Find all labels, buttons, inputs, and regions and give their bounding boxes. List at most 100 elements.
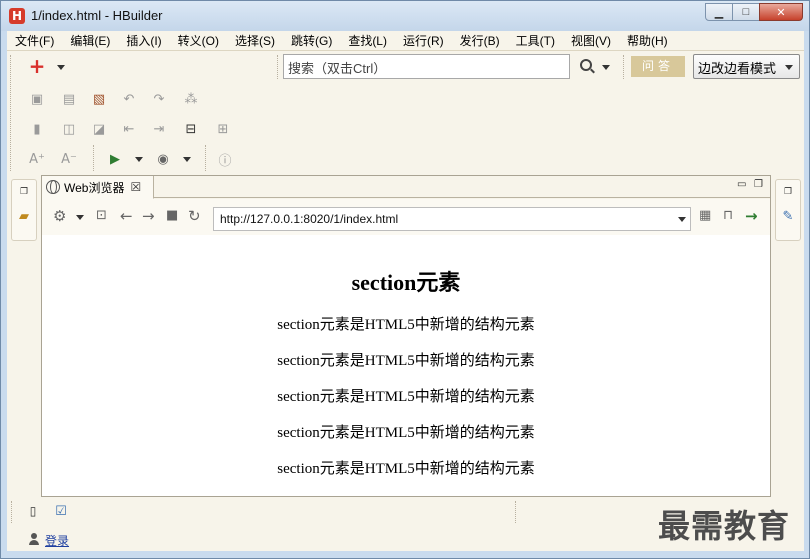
right-side-panel: ❐ ✎ bbox=[771, 175, 804, 497]
toolbar-area: + 搜索（双击Ctrl） 问答 边改边看模式 ▣ ▤ ▧ ↶ ↷ ⁂ ▮ ◫ ◪… bbox=[7, 51, 804, 175]
minimize-view-icon[interactable]: ▭ bbox=[737, 179, 746, 190]
toolbar-divider bbox=[93, 145, 94, 171]
editor-tab-strip: Web浏览器 ☒ ▭ ❐ bbox=[42, 176, 770, 199]
restore-panel-icon[interactable]: ❐ bbox=[16, 184, 32, 200]
info-icon[interactable]: ⓘ bbox=[217, 151, 233, 169]
toolbar-divider bbox=[205, 145, 206, 171]
menu-select[interactable]: 选择(S) bbox=[227, 31, 283, 51]
left-panel-box: ❐ ▰ bbox=[11, 179, 37, 241]
preview-dropdown-icon[interactable] bbox=[183, 157, 191, 162]
menu-edit[interactable]: 编辑(E) bbox=[62, 31, 118, 51]
format-icon[interactable]: ⁂ bbox=[183, 91, 199, 107]
forward-arrow-icon[interactable]: → bbox=[142, 208, 155, 224]
tab-close-icon[interactable]: ☒ bbox=[130, 180, 141, 194]
url-history-dropdown-icon[interactable] bbox=[678, 217, 686, 222]
search-icon[interactable] bbox=[580, 59, 592, 71]
toolbar-divider bbox=[623, 55, 624, 79]
menu-find[interactable]: 查找(L) bbox=[340, 31, 395, 51]
toolbar-divider bbox=[277, 55, 278, 79]
browser-nav-bar: ⚙ ⊡ ← → ■ ↻ http://127.0.0.1:8020/1/inde… bbox=[42, 199, 770, 235]
view-mode-label: 边改边看模式 bbox=[698, 61, 777, 76]
uncomment-icon[interactable]: ◪ bbox=[91, 121, 107, 137]
menu-tools[interactable]: 工具(T) bbox=[508, 31, 563, 51]
user-icon bbox=[29, 533, 39, 545]
watermark-text: 最需教育 bbox=[658, 507, 791, 545]
url-input[interactable]: http://127.0.0.1:8020/1/index.html bbox=[213, 207, 691, 231]
font-increase-icon[interactable]: A⁺ bbox=[29, 151, 45, 167]
app-window: H 1/index.html - HBuilder ▁ □ ✕ 文件(F) 编辑… bbox=[0, 0, 810, 559]
browser-preview-icon[interactable]: ◉ bbox=[155, 151, 171, 167]
page-paragraph: section元素是HTML5中新增的结构元素 bbox=[277, 461, 535, 477]
run-icon[interactable]: ▶ bbox=[107, 151, 123, 167]
globe-icon bbox=[46, 180, 60, 194]
page-paragraph: section元素是HTML5中新增的结构元素 bbox=[277, 425, 535, 441]
rendered-page: section元素 section元素是HTML5中新增的结构元素 sectio… bbox=[42, 235, 770, 496]
menu-publish[interactable]: 发行(B) bbox=[452, 31, 508, 51]
maximize-button[interactable]: □ bbox=[732, 3, 760, 21]
menu-help[interactable]: 帮助(H) bbox=[619, 31, 676, 51]
status-divider bbox=[515, 501, 516, 523]
page-paragraph: section元素是HTML5中新增的结构元素 bbox=[277, 353, 535, 369]
minimize-button[interactable]: ▁ bbox=[705, 3, 733, 21]
undo-icon[interactable]: ↶ bbox=[121, 91, 137, 107]
maximize-view-icon[interactable]: ❐ bbox=[754, 179, 763, 190]
restore-panel-icon[interactable]: ❐ bbox=[780, 184, 796, 200]
menu-goto[interactable]: 跳转(G) bbox=[283, 31, 340, 51]
menu-run[interactable]: 运行(R) bbox=[395, 31, 452, 51]
web-browser-view: Web浏览器 ☒ ▭ ❐ ⚙ ⊡ ← → ■ ↻ http://127.0.0.… bbox=[41, 175, 771, 497]
view-mode-select[interactable]: 边改边看模式 bbox=[693, 54, 800, 79]
qr-code-icon[interactable]: ▦ bbox=[699, 208, 711, 224]
page-paragraph: section元素是HTML5中新增的结构元素 bbox=[277, 389, 535, 405]
menu-file[interactable]: 文件(F) bbox=[7, 31, 62, 51]
task-panel-icon[interactable]: ☑ bbox=[53, 503, 69, 519]
chevron-down-icon bbox=[785, 65, 793, 70]
page-paragraph: section元素是HTML5中新增的结构元素 bbox=[277, 317, 535, 333]
url-text: http://127.0.0.1:8020/1/index.html bbox=[220, 212, 399, 226]
left-side-panel: ❐ ▰ bbox=[7, 175, 41, 497]
menu-insert[interactable]: 插入(I) bbox=[118, 31, 169, 51]
page-heading: section元素 bbox=[351, 270, 461, 295]
login-link[interactable]: 登录 bbox=[45, 532, 69, 549]
right-panel-box: ❐ ✎ bbox=[775, 179, 801, 241]
qa-button[interactable]: 问答 bbox=[631, 56, 685, 77]
stop-icon[interactable]: ■ bbox=[166, 208, 178, 224]
indent-right-icon[interactable]: ⇥ bbox=[151, 121, 167, 137]
search-input[interactable]: 搜索（双击Ctrl） bbox=[283, 54, 570, 79]
lock-icon[interactable]: ⊓ bbox=[723, 208, 733, 224]
close-button[interactable]: ✕ bbox=[759, 3, 803, 21]
close-file-icon[interactable]: ▧ bbox=[91, 91, 107, 107]
indent-left-icon[interactable]: ⇤ bbox=[121, 121, 137, 137]
menu-view[interactable]: 视图(V) bbox=[563, 31, 619, 51]
back-arrow-icon[interactable]: ← bbox=[120, 208, 133, 224]
hbuilder-logo-icon: H bbox=[9, 8, 25, 24]
run-dropdown-icon[interactable] bbox=[135, 157, 143, 162]
outline-icon[interactable]: ✎ bbox=[780, 208, 796, 224]
gear-icon[interactable]: ⚙ bbox=[53, 208, 66, 224]
new-file-icon[interactable]: + bbox=[29, 54, 46, 78]
menu-escape[interactable]: 转义(O) bbox=[170, 31, 227, 51]
settings-dropdown-icon[interactable] bbox=[76, 215, 84, 220]
refresh-icon[interactable]: ↻ bbox=[188, 208, 201, 224]
font-decrease-icon[interactable]: A⁻ bbox=[61, 151, 77, 167]
word-wrap-icon[interactable]: ⊟ bbox=[183, 121, 199, 137]
go-arrow-icon[interactable]: → bbox=[745, 208, 758, 224]
save-icon[interactable]: ▣ bbox=[29, 91, 45, 107]
console-icon[interactable]: ⊡ bbox=[96, 208, 107, 224]
toolbar-divider bbox=[10, 55, 11, 171]
bookmark-icon[interactable]: ▮ bbox=[29, 121, 45, 137]
console-panel-icon[interactable]: ▯ bbox=[25, 503, 41, 519]
window-controls: ▁ □ ✕ bbox=[705, 3, 803, 21]
tab-web-browser[interactable]: Web浏览器 ☒ bbox=[42, 176, 154, 199]
menu-bar: 文件(F) 编辑(E) 插入(I) 转义(O) 选择(S) 跳转(G) 查找(L… bbox=[7, 31, 804, 51]
comment-icon[interactable]: ◫ bbox=[61, 121, 77, 137]
window-title: 1/index.html - HBuilder bbox=[31, 8, 163, 23]
new-file-dropdown-icon[interactable] bbox=[57, 65, 65, 70]
redo-icon[interactable]: ↷ bbox=[151, 91, 167, 107]
collapse-icon[interactable]: ⊞ bbox=[215, 121, 231, 137]
search-dropdown-icon[interactable] bbox=[602, 65, 610, 70]
tab-label: Web浏览器 bbox=[64, 180, 125, 195]
project-folder-icon[interactable]: ▰ bbox=[16, 208, 32, 224]
title-bar: H 1/index.html - HBuilder ▁ □ ✕ bbox=[1, 1, 809, 31]
status-divider bbox=[11, 501, 12, 523]
save-all-icon[interactable]: ▤ bbox=[61, 91, 77, 107]
